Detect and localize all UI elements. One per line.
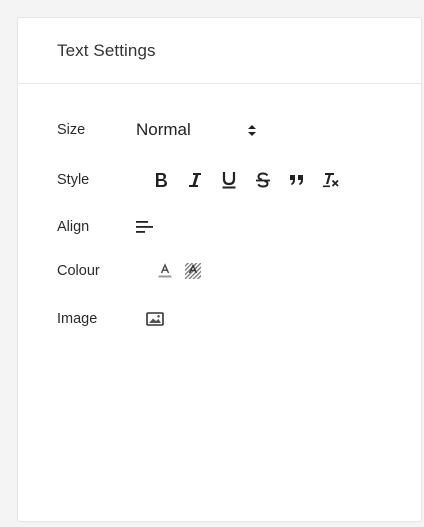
image-button[interactable] (144, 306, 166, 332)
style-label: Style (57, 172, 90, 188)
blockquote-button[interactable] (280, 167, 314, 193)
underline-icon (221, 171, 237, 189)
panel-title: Text Settings (57, 40, 156, 60)
image-row: Image (57, 306, 166, 332)
strikethrough-button[interactable] (246, 167, 280, 193)
size-label: Size (57, 122, 86, 138)
background-color-button[interactable] (182, 258, 204, 284)
style-row: Style (57, 167, 348, 193)
strikethrough-icon (255, 172, 271, 188)
clear-format-button[interactable] (314, 167, 348, 193)
colour-toolbar (148, 258, 204, 284)
image-icon (146, 312, 164, 326)
blockquote-icon (289, 174, 305, 186)
font-color-button[interactable] (148, 258, 182, 284)
bold-icon (154, 172, 168, 188)
select-arrows-icon (248, 124, 256, 136)
italic-icon (188, 172, 202, 188)
align-row: Align (57, 214, 158, 240)
italic-button[interactable] (178, 167, 212, 193)
size-select[interactable]: Normal (136, 120, 256, 140)
text-settings-panel: Text Settings Size Normal Style Align Co… (17, 17, 422, 522)
image-label: Image (57, 311, 98, 327)
align-label: Align (57, 219, 90, 235)
background-color-icon (184, 262, 202, 280)
bold-button[interactable] (144, 167, 178, 193)
colour-label: Colour (57, 263, 100, 279)
align-left-icon (136, 220, 154, 234)
colour-row: Colour (57, 258, 204, 284)
size-select-value: Normal (136, 120, 191, 139)
align-left-button[interactable] (136, 214, 158, 240)
font-color-icon (157, 263, 173, 279)
clear-format-icon (322, 172, 340, 188)
size-row: Size Normal (57, 120, 256, 140)
underline-button[interactable] (212, 167, 246, 193)
style-toolbar (144, 167, 348, 193)
panel-header: Text Settings (18, 18, 421, 84)
